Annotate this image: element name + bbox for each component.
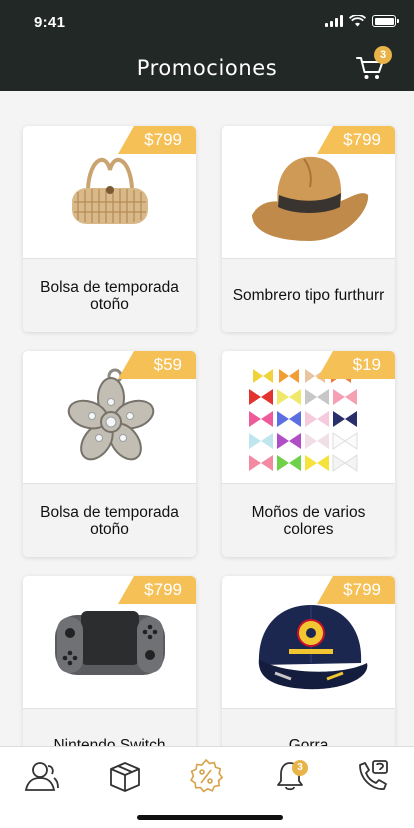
product-card[interactable]: Sombrero tipo furthurr $799: [222, 126, 395, 332]
product-card[interactable]: Moños de varios colores $19: [222, 351, 395, 557]
tab-profile[interactable]: [22, 759, 62, 793]
box-icon: [110, 762, 140, 792]
app-header: 9:41 Promociones 3: [0, 0, 414, 91]
profile-icon: [24, 762, 59, 791]
page-title: Promociones: [136, 56, 278, 80]
product-name: Sombrero tipo furthurr: [222, 258, 395, 332]
support-phone-icon: [359, 760, 388, 790]
product-grid: Bolsa de temporada otoño $799 Sombrero t…: [23, 126, 395, 782]
product-name: Moños de varios colores: [222, 483, 395, 557]
wifi-icon: [349, 15, 366, 27]
tab-support[interactable]: [352, 759, 392, 793]
tab-orders[interactable]: [105, 759, 145, 793]
cellular-signal-icon: [325, 15, 343, 27]
product-card[interactable]: Bolsa de temporada otoño $59: [23, 351, 196, 557]
notification-count-badge: 3: [292, 760, 308, 776]
cart-count-badge: 3: [374, 46, 392, 64]
product-name: Bolsa de temporada otoño: [23, 258, 196, 332]
status-bar: 9:41: [0, 14, 414, 32]
home-indicator: [137, 815, 283, 820]
status-time: 9:41: [34, 14, 66, 31]
cart-button[interactable]: 3: [356, 46, 392, 81]
discount-icon: [190, 758, 224, 793]
status-icons: [325, 15, 399, 27]
battery-icon: [372, 15, 399, 27]
product-name: Bolsa de temporada otoño: [23, 483, 196, 557]
product-card[interactable]: Bolsa de temporada otoño $799: [23, 126, 196, 332]
tab-promotions[interactable]: [186, 758, 226, 793]
tab-notifications[interactable]: 3: [270, 759, 310, 793]
